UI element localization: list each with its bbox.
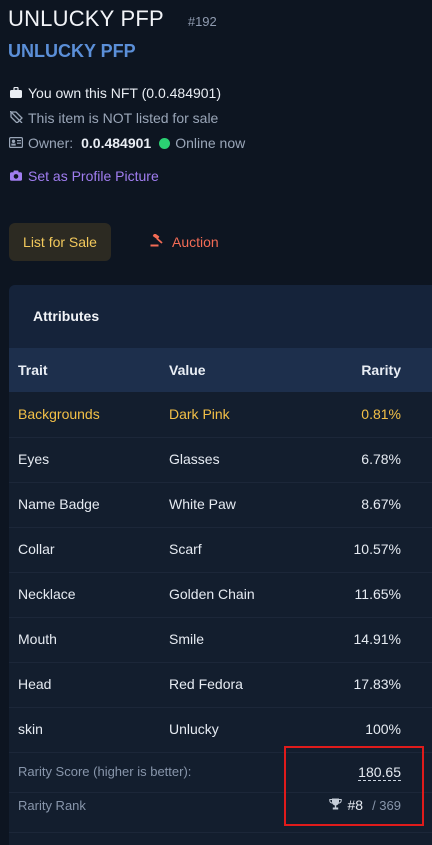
online-text: Online now	[175, 135, 246, 151]
table-row: Eyes Glasses 6.78%	[9, 437, 432, 483]
owner-label: Owner:	[28, 135, 74, 151]
trophy-icon	[328, 798, 342, 813]
rarity-cell: 11.65%	[354, 586, 401, 602]
value-cell: Golden Chain	[169, 586, 255, 602]
online-dot-icon	[159, 137, 171, 149]
rarity-cell: 8.67%	[361, 496, 401, 512]
not-listed-text: This item is NOT listed for sale	[28, 110, 219, 126]
nft-title: UNLUCKY PFP	[8, 6, 164, 31]
rarity-rank-number: #8	[347, 797, 364, 813]
value-column-header: Value	[169, 362, 206, 378]
attributes-table-header: Trait Value Rarity	[9, 348, 432, 392]
rarity-rank-total: / 369	[372, 797, 401, 813]
trait-cell: Necklace	[18, 586, 76, 602]
owner-info: Owner: 0.0.484901 Online now	[9, 135, 245, 151]
listing-status: This item is NOT listed for sale	[9, 110, 218, 126]
attributes-header: Attributes	[9, 285, 432, 348]
rarity-rank-value: #8 / 369	[328, 797, 401, 813]
table-row: Mouth Smile 14.91%	[9, 617, 432, 663]
trait-cell: Backgrounds	[18, 406, 100, 422]
id-card-icon	[9, 135, 24, 151]
table-row: Name Badge White Paw 8.67%	[9, 482, 432, 528]
gavel-icon	[150, 233, 164, 250]
nft-number: #192	[187, 14, 217, 29]
own-text: You own this NFT (0.0.484901)	[28, 85, 222, 101]
rarity-score-label: Rarity Score (higher is better):	[18, 764, 192, 779]
value-cell: Unlucky	[169, 721, 219, 737]
trait-cell: Eyes	[18, 451, 50, 467]
trait-column-header: Trait	[18, 362, 48, 378]
rarity-cell: 17.83%	[353, 676, 401, 692]
rarity-column-header: Rarity	[361, 362, 401, 378]
value-cell: White Paw	[169, 496, 236, 512]
table-row: Backgrounds Dark Pink 0.81%	[9, 392, 432, 438]
value-cell: Scarf	[169, 541, 202, 557]
rarity-cell: 0.81%	[361, 406, 401, 422]
set-profile-label: Set as Profile Picture	[28, 168, 159, 184]
trait-cell: skin	[18, 721, 43, 737]
rarity-cell: 6.78%	[361, 451, 401, 467]
tag-slash-icon	[9, 110, 23, 126]
rarity-rank-label: Rarity Rank	[18, 798, 86, 813]
table-row: Head Red Fedora 17.83%	[9, 662, 432, 708]
value-cell: Glasses	[169, 451, 220, 467]
attributes-title: Attributes	[33, 308, 100, 324]
value-cell: Smile	[169, 631, 205, 647]
trait-cell: Mouth	[18, 631, 57, 647]
title-row: UNLUCKY PFP #192	[8, 6, 217, 32]
rarity-score-value[interactable]: 180.65	[358, 764, 401, 781]
value-cell: Red Fedora	[169, 676, 243, 692]
trait-cell: Name Badge	[18, 496, 100, 512]
rarity-cell: 14.91%	[353, 631, 401, 647]
value-cell: Dark Pink	[169, 406, 230, 422]
auction-button[interactable]: Auction	[150, 223, 219, 261]
rarity-rank-row: Rarity Rank #8 / 369	[9, 792, 432, 833]
table-row: Necklace Golden Chain 11.65%	[9, 572, 432, 618]
owner-account[interactable]: 0.0.484901	[81, 135, 151, 151]
rarity-cell: 100%	[365, 721, 401, 737]
table-row: skin Unlucky 100%	[9, 707, 432, 753]
attributes-panel: Attributes Trait Value Rarity Background…	[9, 285, 432, 845]
collection-link[interactable]: UNLUCKY PFP	[8, 41, 136, 62]
ownership-status: You own this NFT (0.0.484901)	[9, 85, 221, 101]
trait-cell: Head	[18, 676, 52, 692]
trait-cell: Collar	[18, 541, 55, 557]
table-row: Collar Scarf 10.57%	[9, 527, 432, 573]
camera-icon	[9, 168, 23, 184]
auction-label: Auction	[172, 234, 219, 250]
rarity-score-row: Rarity Score (higher is better): 180.65	[9, 752, 432, 793]
rarity-cell: 10.57%	[353, 541, 401, 557]
list-for-sale-button[interactable]: List for Sale	[9, 223, 111, 261]
set-profile-picture-link[interactable]: Set as Profile Picture	[9, 168, 159, 184]
briefcase-icon	[9, 85, 23, 101]
